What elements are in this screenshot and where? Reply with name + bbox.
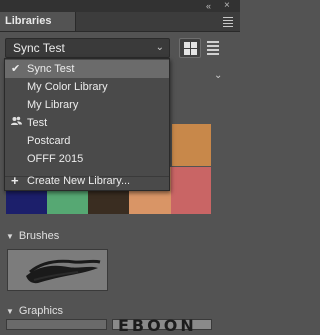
graphics-label: Graphics (18, 305, 63, 317)
plus-icon: + (11, 173, 19, 188)
dropdown-item-postcard[interactable]: Postcard (5, 132, 169, 150)
create-new-library-item[interactable]: + Create New Library... (5, 172, 169, 190)
dropdown-item-my-library[interactable]: My Library (5, 96, 169, 114)
brush-stroke-image (26, 259, 101, 284)
grid-view-button[interactable] (179, 38, 201, 58)
panel-menu-icon[interactable] (223, 17, 233, 29)
add-content-chevron-icon[interactable]: ⌄ (214, 70, 222, 81)
graphic-thumbnail-text: EBOON (118, 316, 197, 335)
library-dropdown-menu: ✔ Sync Test My Color Library My Library … (4, 58, 170, 191)
disclosure-triangle-icon: ▼ (6, 232, 14, 241)
brushes-label: Brushes (18, 230, 60, 242)
close-panel-icon[interactable]: × (224, 0, 230, 11)
panel-top-strip: « × (0, 0, 240, 12)
chevron-down-icon: ⌄ (155, 42, 164, 53)
library-select[interactable]: Sync Test ⌄ (5, 38, 170, 58)
panel-tab-bar: Libraries (0, 12, 240, 32)
brushes-section-header[interactable]: ▼ Brushes (6, 230, 59, 242)
library-select-value: Sync Test (13, 41, 65, 55)
disclosure-triangle-icon: ▼ (6, 307, 14, 316)
grid-view-icon (184, 42, 190, 48)
tab-libraries[interactable]: Libraries (0, 12, 76, 31)
checkmark-icon: ✔ (11, 63, 21, 75)
color-swatch[interactable] (171, 167, 211, 214)
collapse-panel-icon[interactable]: « (206, 1, 211, 11)
graphics-section-header[interactable]: ▼ Graphics (6, 305, 63, 317)
brush-thumbnail[interactable] (7, 249, 108, 291)
dropdown-item-my-color-library[interactable]: My Color Library (5, 78, 169, 96)
graphic-thumbnail[interactable] (6, 319, 107, 330)
dropdown-item-offf-2015[interactable]: OFFF 2015 (5, 150, 169, 168)
dropdown-item-sync-test[interactable]: ✔ Sync Test (5, 60, 169, 78)
tab-libraries-label: Libraries (5, 15, 52, 27)
dropdown-item-test[interactable]: Test (5, 114, 169, 132)
color-swatch[interactable] (172, 124, 211, 166)
shared-users-icon (11, 114, 22, 132)
list-view-button[interactable] (207, 41, 219, 57)
